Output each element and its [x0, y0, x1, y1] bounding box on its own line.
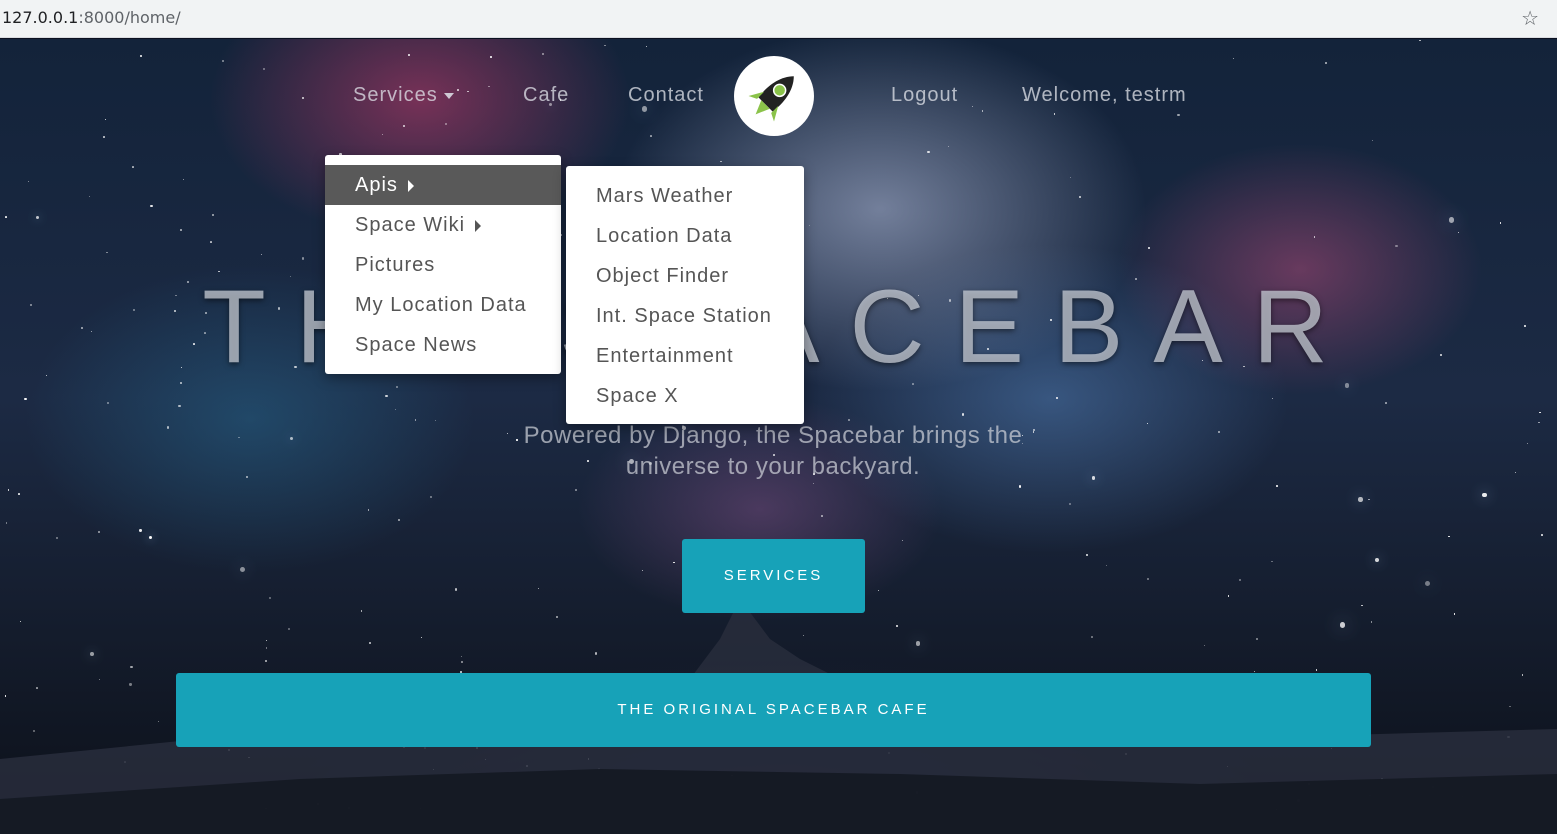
url-field[interactable]: 127.0.0.1:8000/home/ — [2, 8, 181, 27]
menu-item-apis[interactable]: Apis — [325, 165, 561, 205]
nav-logout-link[interactable]: Logout — [891, 84, 958, 107]
submenu-item-int-space-station[interactable]: Int. Space Station — [566, 296, 804, 336]
hero-subtitle: Powered by Django, the Spacebar brings t… — [523, 422, 1023, 480]
menu-item-space-news[interactable]: Space News — [325, 325, 561, 365]
submenu-item-space-x[interactable]: Space X — [566, 376, 804, 416]
services-dropdown-menu: Apis Space Wiki Pictures My Location Dat… — [325, 155, 561, 374]
submenu-item-object-finder[interactable]: Object Finder — [566, 256, 804, 296]
menu-item-my-location-data[interactable]: My Location Data — [325, 285, 561, 325]
apis-submenu: Mars Weather Location Data Object Finder… — [566, 166, 804, 424]
browser-address-bar: 127.0.0.1:8000/home/ ☆ — [0, 0, 1557, 38]
menu-item-pictures[interactable]: Pictures — [325, 245, 561, 285]
menu-item-label: Apis — [355, 174, 398, 196]
caret-right-icon — [407, 179, 414, 192]
nav-welcome-text: Welcome, testrm — [1022, 84, 1187, 106]
star-icon[interactable]: ☆ — [1521, 6, 1539, 30]
nav-cafe-link[interactable]: Cafe — [523, 84, 569, 107]
nav-services-link[interactable]: Services — [353, 84, 454, 107]
submenu-item-entertainment[interactable]: Entertainment — [566, 336, 804, 376]
caret-right-icon — [475, 219, 482, 232]
menu-item-label: Space Wiki — [355, 214, 466, 236]
url-host: 127.0.0.1 — [2, 8, 79, 27]
services-button[interactable]: SERVICES — [682, 539, 865, 613]
cafe-button[interactable]: THE ORIGINAL SPACEBAR CAFE — [176, 673, 1371, 747]
nav-contact-link[interactable]: Contact — [628, 84, 704, 107]
url-path: :8000/home/ — [78, 8, 181, 27]
caret-down-icon — [443, 92, 454, 99]
menu-item-space-wiki[interactable]: Space Wiki — [325, 205, 561, 245]
submenu-item-mars-weather[interactable]: Mars Weather — [566, 176, 804, 216]
submenu-item-location-data[interactable]: Location Data — [566, 216, 804, 256]
nav-services-label: Services — [353, 84, 438, 106]
rocket-icon[interactable] — [734, 56, 814, 136]
